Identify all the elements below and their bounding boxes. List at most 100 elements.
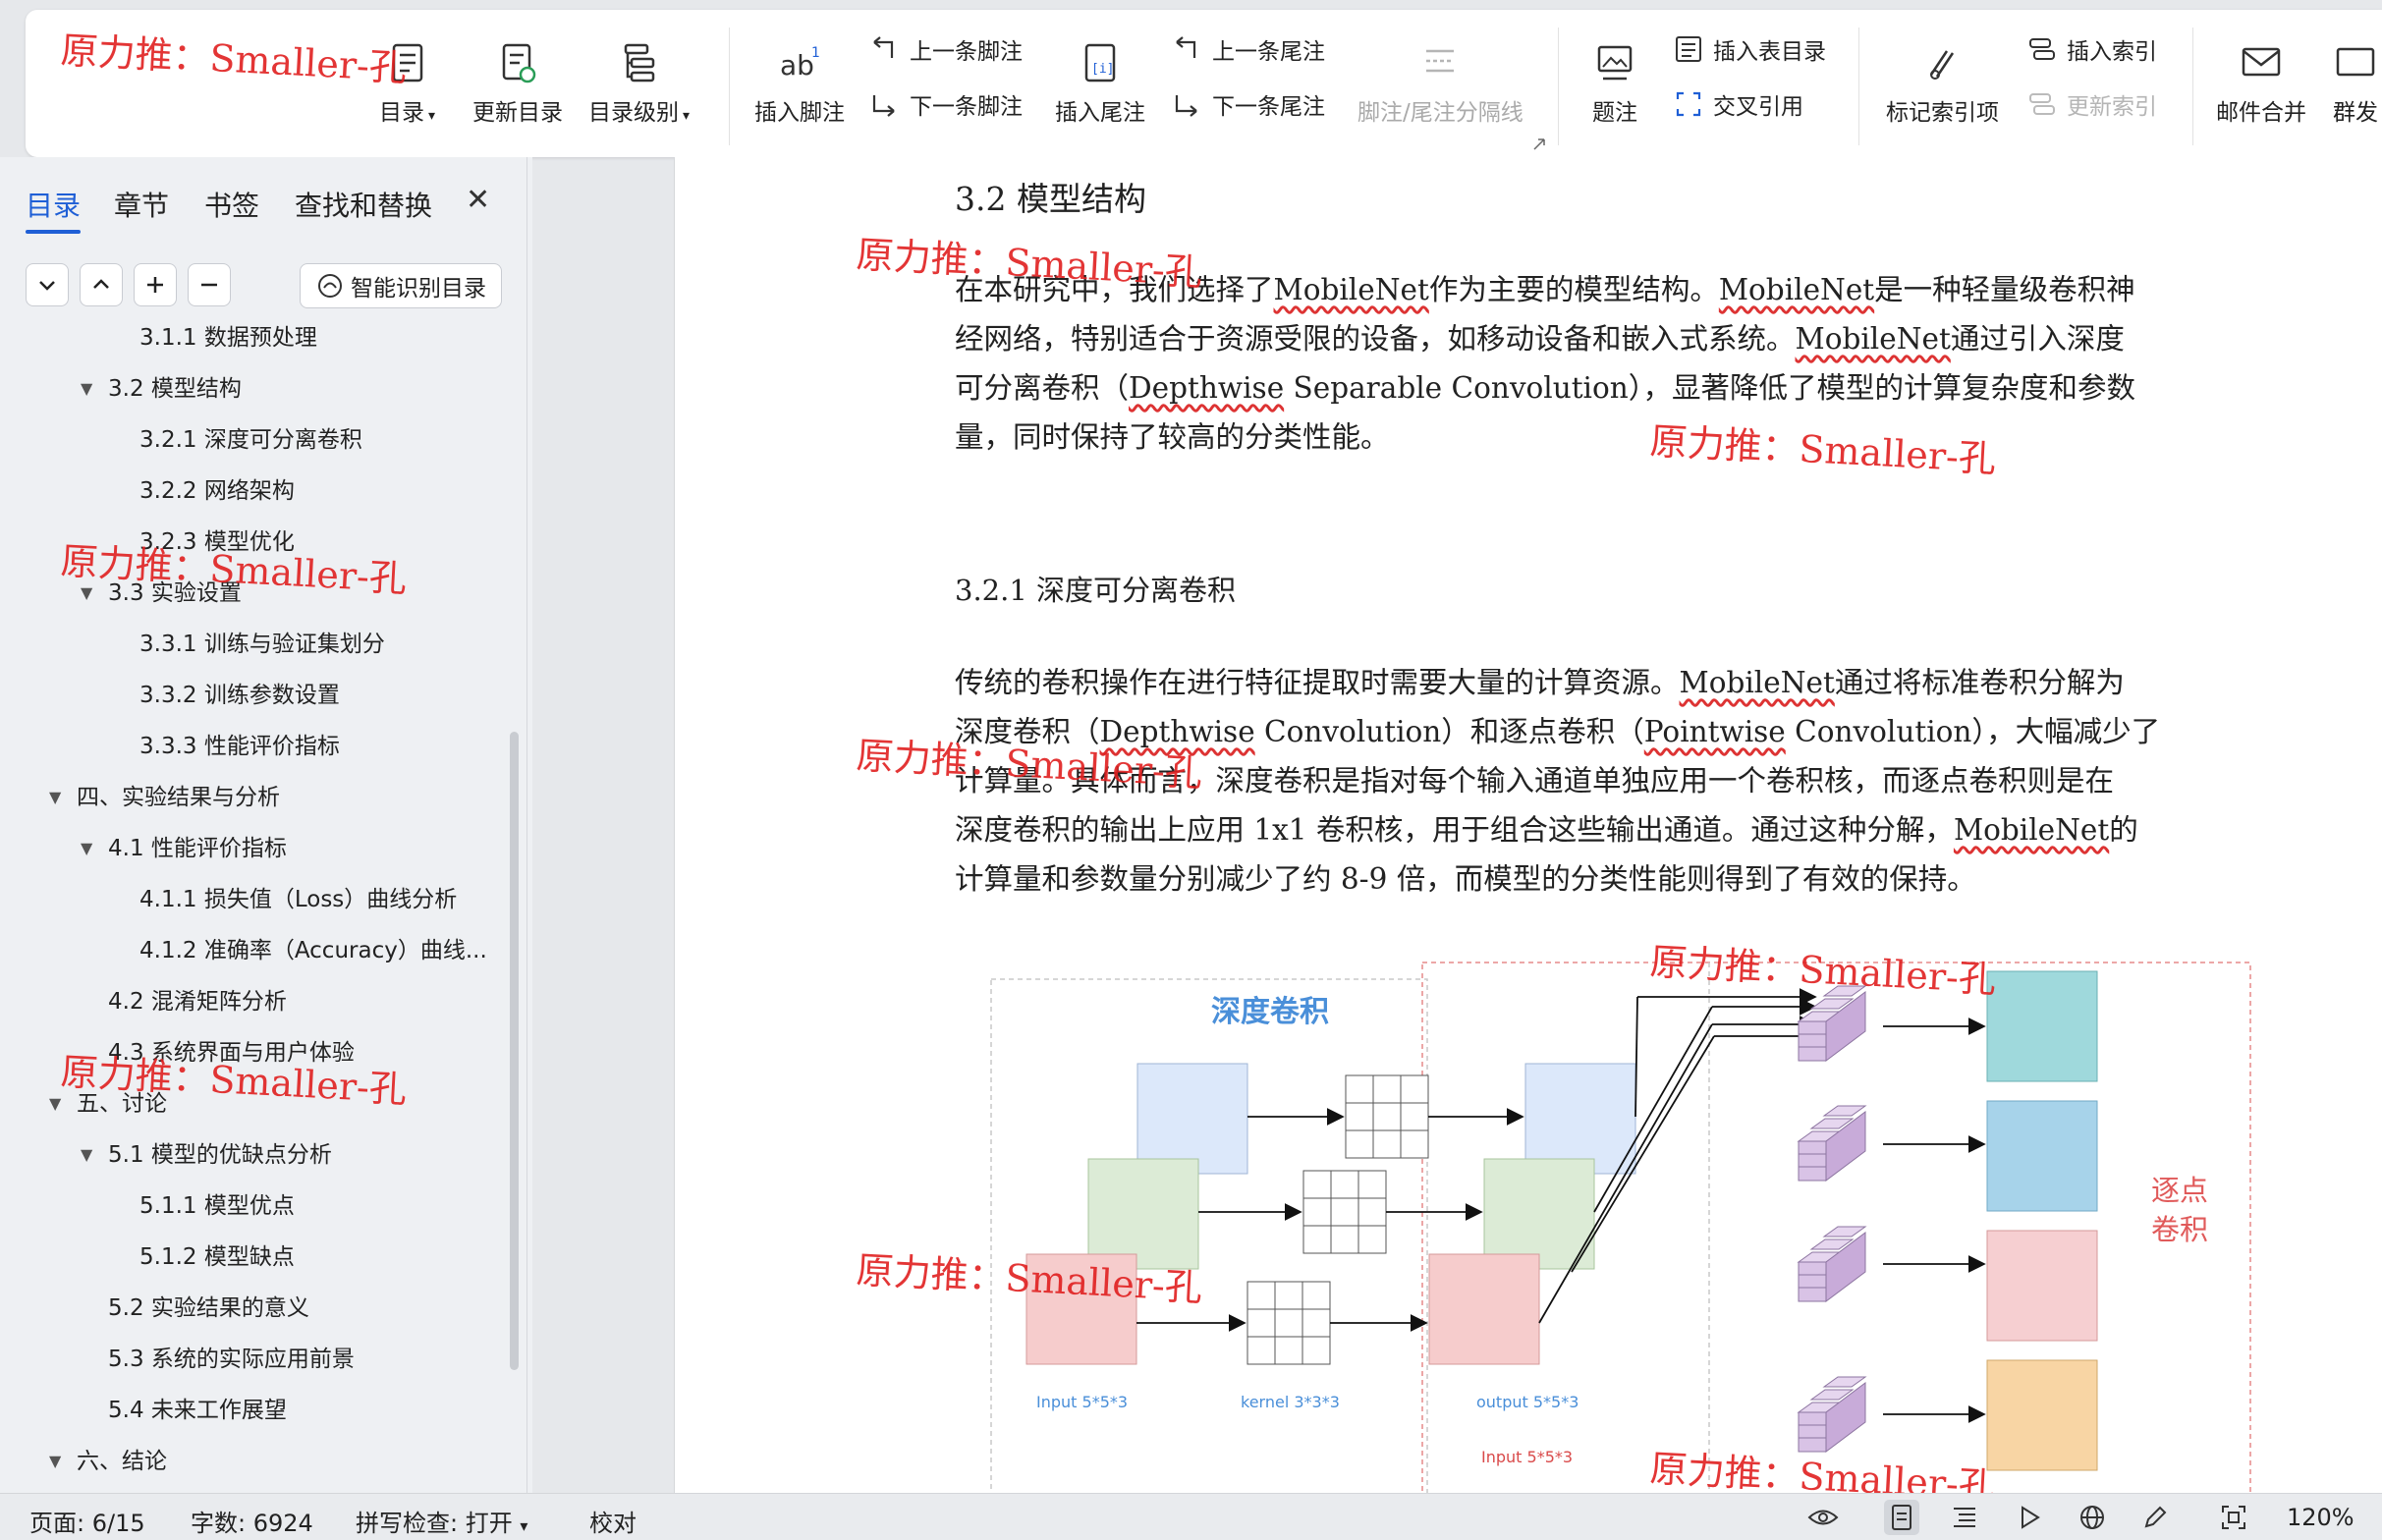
prev-endnote-button[interactable]: 上一条尾注: [1171, 29, 1325, 69]
toc-item[interactable]: ▼ 六、结论: [0, 1442, 511, 1481]
outline-view-icon[interactable]: [1947, 1500, 1982, 1535]
mail-merge-button[interactable]: 邮件合并: [2216, 10, 2306, 128]
smart-toc-button[interactable]: 智能识别目录: [300, 263, 502, 308]
proofread-button[interactable]: 校对: [589, 1504, 637, 1538]
tab-find-replace[interactable]: 查找和替换: [295, 185, 432, 224]
toc-item[interactable]: 5.1.2 模型缺点: [0, 1238, 511, 1277]
expand-triangle-icon[interactable]: ▼: [49, 778, 67, 817]
insert-table-toc-button[interactable]: 插入表目录: [1672, 29, 1826, 69]
toc-item[interactable]: 3.2.3 模型优化: [0, 522, 511, 562]
insert-footnote-button[interactable]: ab 1 插入脚注: [754, 10, 845, 128]
toc-item[interactable]: 5.2 实验结果的意义: [0, 1289, 511, 1328]
tab-toc[interactable]: 目录: [26, 185, 82, 234]
text-run: 通过将标准卷积分解为: [1834, 666, 2125, 699]
toc-button[interactable]: 目录 ▾: [379, 10, 435, 128]
cube-face: [1798, 1166, 1827, 1182]
toc-item[interactable]: ▼ 4.1 性能评价指标: [0, 829, 511, 868]
toc-item-label: 六、结论: [77, 1449, 167, 1474]
caption-button[interactable]: 题注: [1589, 10, 1640, 128]
remove-heading-button[interactable]: [188, 263, 231, 306]
toc-item[interactable]: ▼ 3.3 实验设置: [0, 574, 511, 613]
fit-page-icon[interactable]: [2216, 1500, 2251, 1535]
toc-item-label: 3.1.1 数据预处理: [139, 325, 317, 351]
note-separator-button[interactable]: 脚注/尾注分隔线: [1357, 10, 1523, 128]
expand-triangle-icon[interactable]: ▼: [81, 574, 98, 613]
dialog-launcher-icon[interactable]: [1532, 138, 1546, 151]
cube-face: [1798, 1274, 1827, 1290]
mark-index-label: 标记索引项: [1886, 100, 1999, 126]
collapse-up-button[interactable]: [80, 263, 123, 306]
toc-level-button[interactable]: 目录级别 ▾: [588, 10, 690, 128]
next-endnote-label: 下一条尾注: [1212, 94, 1325, 120]
toc-item[interactable]: 3.3.2 训练参数设置: [0, 676, 511, 715]
close-icon[interactable]: ✕: [466, 183, 490, 217]
toc-item[interactable]: 4.1.1 损失值（Loss）曲线分析: [0, 880, 511, 919]
toc-item[interactable]: 3.2.2 网络架构: [0, 471, 511, 511]
toc-item[interactable]: ▼ 五、讨论: [0, 1084, 511, 1124]
expand-triangle-icon[interactable]: ▼: [49, 1442, 67, 1481]
toc-item[interactable]: 3.3.3 性能评价指标: [0, 727, 511, 766]
toc-item[interactable]: 5.4 未来工作展望: [0, 1391, 511, 1430]
next-footnote-button[interactable]: 下一条脚注: [868, 84, 1023, 124]
next-endnote-button[interactable]: 下一条尾注: [1171, 84, 1325, 124]
tab-chapters[interactable]: 章节: [114, 185, 169, 224]
group-send-button[interactable]: 群发: [2330, 10, 2381, 128]
insert-footnote-label: 插入脚注: [754, 100, 845, 126]
chevron-down-icon: ▾: [683, 108, 691, 124]
eye-icon[interactable]: [1805, 1500, 1841, 1535]
label-input-2: Input 5*5*3: [1481, 1448, 1573, 1466]
text-run: Convolution）和逐点卷积（: [1254, 715, 1644, 748]
mark-index-button[interactable]: 标记索引项: [1886, 10, 1999, 128]
kernel-grid-3: [1246, 1281, 1331, 1365]
toc-item[interactable]: 3.3.1 训练与验证集划分: [0, 625, 511, 664]
toc-item-label: 3.2.2 网络架构: [139, 478, 295, 504]
nav-scrollbar[interactable]: [510, 732, 519, 1370]
expand-down-button[interactable]: [26, 263, 69, 306]
expand-triangle-icon[interactable]: ▼: [81, 369, 98, 409]
word-count[interactable]: 字数: 6924: [191, 1504, 313, 1538]
add-heading-button[interactable]: [134, 263, 177, 306]
insert-endnote-button[interactable]: [i] 插入尾注: [1055, 10, 1145, 128]
separator-icon: [1426, 49, 1455, 73]
prev-footnote-button[interactable]: 上一条脚注: [868, 29, 1023, 69]
toc-item[interactable]: 5.3 系统的实际应用前景: [0, 1340, 511, 1379]
spell-check-toggle[interactable]: 拼写检查: 打开 ▾: [356, 1504, 527, 1538]
web-view-icon[interactable]: [2075, 1500, 2110, 1535]
toc-item[interactable]: 5.1.1 模型优点: [0, 1186, 511, 1226]
cross-reference-button[interactable]: 交叉引用: [1672, 84, 1803, 124]
toc-item[interactable]: 4.2 混淆矩阵分析: [0, 982, 511, 1021]
update-toc-icon: [502, 43, 536, 83]
insert-index-button[interactable]: 插入索引: [2025, 29, 2157, 69]
chevron-down-icon: [39, 281, 55, 291]
text-run: MobileNet: [1795, 322, 1951, 356]
insert-index-label: 插入索引: [2067, 39, 2157, 65]
pane-divider[interactable]: [526, 157, 527, 1493]
cube-face: [1822, 1226, 1867, 1238]
zoom-level[interactable]: 120%: [2287, 1504, 2354, 1531]
page-indicator[interactable]: 页面: 6/15: [29, 1504, 145, 1538]
toc-item[interactable]: ▼ 四、实验结果与分析: [0, 778, 511, 817]
toc-item[interactable]: 4.1.2 准确率（Accuracy）曲线...: [0, 931, 511, 970]
toc-item[interactable]: ▼ 5.1 模型的优缺点分析: [0, 1135, 511, 1175]
cube-face: [1822, 985, 1867, 997]
update-index-button[interactable]: 更新索引: [2025, 84, 2157, 124]
toc-item[interactable]: 3.2.1 深度可分离卷积: [0, 420, 511, 460]
toc-item-label: 3.3 实验设置: [108, 580, 242, 606]
text-run: MobileNet: [1679, 666, 1835, 699]
expand-triangle-icon[interactable]: ▼: [49, 1084, 67, 1124]
expand-triangle-icon[interactable]: ▼: [81, 829, 98, 868]
toc-item[interactable]: ▼ 3.2 模型结构: [0, 369, 511, 409]
update-toc-button[interactable]: 更新目录: [472, 10, 563, 128]
expand-triangle-icon[interactable]: ▼: [81, 1135, 98, 1175]
pen-icon[interactable]: [2137, 1500, 2173, 1535]
pointwise-title-1: 逐点: [2151, 1174, 2208, 1207]
toc-item[interactable]: 3.1.1 数据预处理: [0, 318, 511, 358]
toc-label: 目录: [379, 100, 424, 126]
play-icon[interactable]: [2012, 1500, 2047, 1535]
toc-item-label: 4.2 混淆矩阵分析: [108, 989, 287, 1015]
tab-bookmarks[interactable]: 书签: [204, 185, 259, 224]
paragraph-line: 传统的卷积操作在进行特征提取时需要大量的计算资源。MobileNet通过将标准卷…: [955, 658, 2125, 707]
output-channel-red: [1428, 1253, 1540, 1365]
page-view-icon[interactable]: [1884, 1500, 1919, 1535]
toc-item[interactable]: 4.3 系统界面与用户体验: [0, 1033, 511, 1072]
